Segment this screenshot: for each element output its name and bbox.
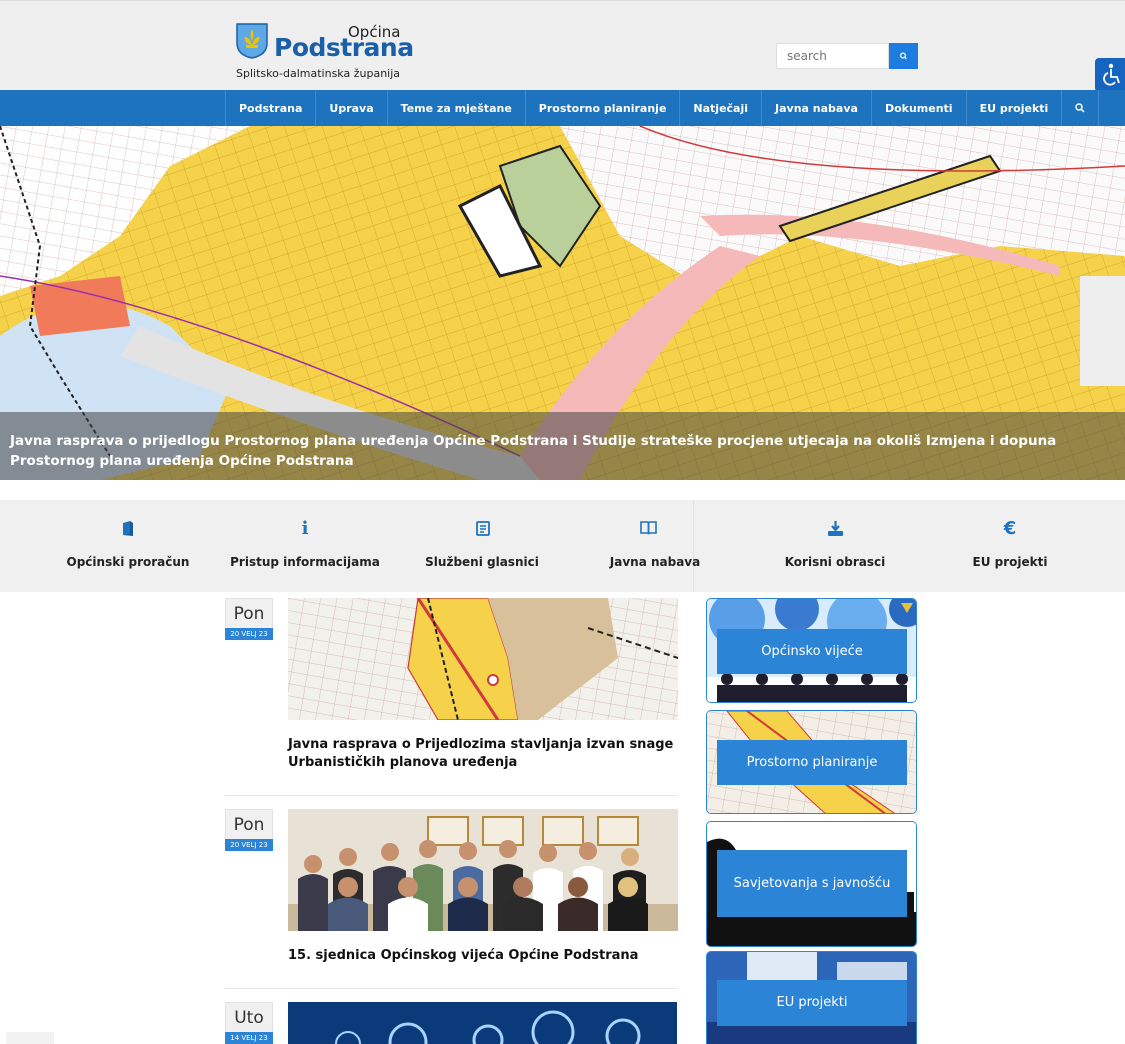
news-map-image: [288, 598, 678, 720]
quick-link-pristup-informacijama[interactable]: i Pristup informacijama: [230, 500, 380, 592]
page: Općina Podstrana Splitsko-dalmatinska žu…: [0, 0, 1125, 1044]
quick-link-korisni-obrasci[interactable]: Korisni obrasci: [765, 500, 905, 592]
news-separator: [225, 795, 678, 796]
nav-item-dokumenti[interactable]: Dokumenti: [870, 90, 966, 126]
news-item[interactable]: Pon 20 VELJ 23 15. sjednica Općinskog vi…: [225, 809, 678, 979]
sidebar-card-eu-projekti[interactable]: EU projekti: [706, 951, 917, 1044]
nav-item-teme-za-mjestane[interactable]: Teme za mještane: [386, 90, 525, 126]
quick-link-sluzbeni-glasnici[interactable]: Službeni glasnici: [412, 500, 552, 592]
news-item[interactable]: Uto 14 VELJ 23: [225, 1002, 677, 1044]
quick-link-label: EU projekti: [972, 555, 1048, 569]
sidebar-button-savjetovanja[interactable]: Savjetovanja s javnošću: [717, 850, 907, 917]
sidebar-card-prostorno-planiranje[interactable]: Prostorno planiranje: [706, 710, 917, 814]
nav-item-eu-projekti[interactable]: EU projekti: [965, 90, 1062, 126]
coat-of-arms-icon: [236, 23, 268, 59]
logo-title: Podstrana: [274, 33, 414, 62]
quick-link-label: Općinski proračun: [66, 555, 190, 569]
nav-item-natjecaji[interactable]: Natječaji: [679, 90, 761, 126]
site-header: Općina Podstrana Splitsko-dalmatinska žu…: [0, 0, 1125, 92]
accessibility-button[interactable]: [1095, 58, 1125, 92]
nav-item-prostorno-planiranje[interactable]: Prostorno planiranje: [524, 90, 680, 126]
news-date-number: 20 VELJ 23: [225, 628, 273, 640]
quick-link-label: Službeni glasnici: [425, 555, 539, 569]
search-icon: [899, 52, 907, 60]
news-date-number: 20 VELJ 23: [225, 839, 273, 851]
euro-icon: €: [1003, 517, 1017, 539]
quick-links-bar: Općinski proračun i Pristup informacijam…: [0, 500, 1125, 592]
news-date-day: Pon: [225, 598, 273, 628]
download-icon: [825, 518, 845, 538]
sidebar-card-savjetovanja[interactable]: Savjetovanja s javnošću: [706, 821, 917, 947]
book-icon: [118, 518, 138, 538]
site-logo[interactable]: Općina Podstrana Splitsko-dalmatinska žu…: [236, 19, 414, 83]
news-separator: [225, 988, 678, 989]
news-group-photo: [288, 809, 678, 931]
quick-link-javna-nabava[interactable]: Javna nabava: [600, 500, 710, 592]
news-item[interactable]: Pon 20 VELJ 23 Javna rasprava o Prijedlo…: [225, 598, 678, 788]
nav-search-button[interactable]: [1061, 90, 1100, 126]
open-book-icon: [638, 518, 658, 538]
news-title[interactable]: Javna rasprava o Prijedlozima stavljanja…: [288, 736, 678, 772]
search-input[interactable]: [776, 43, 889, 69]
hero-caption[interactable]: Javna rasprava o prijedlogu Prostornog p…: [0, 412, 1125, 480]
quick-link-label: Korisni obrasci: [784, 555, 886, 569]
news-date: Pon 20 VELJ 23: [225, 598, 273, 640]
nav-item-podstrana[interactable]: Podstrana: [225, 90, 315, 126]
sidebar-card-opcinsko-vijece[interactable]: Općinsko vijeće: [706, 598, 917, 703]
search-form: [776, 43, 918, 69]
news-network-image: [288, 1002, 677, 1044]
news-date: Pon 20 VELJ 23: [225, 809, 273, 851]
info-icon: i: [301, 517, 309, 539]
news-date: Uto 14 VELJ 23: [225, 1002, 273, 1044]
news-thumbnail[interactable]: [288, 809, 678, 931]
news-icon: [472, 518, 492, 538]
bottom-left-strip: [6, 1032, 54, 1044]
news-thumbnail[interactable]: [288, 598, 678, 720]
hero-slider[interactable]: Javna rasprava o prijedlogu Prostornog p…: [0, 126, 1125, 480]
nav-item-uprava[interactable]: Uprava: [315, 90, 386, 126]
news-date-day: Uto: [225, 1002, 273, 1032]
news-title[interactable]: 15. sjednica Općinskog vijeća Općine Pod…: [288, 947, 678, 965]
sidebar-button-opcinsko-vijece[interactable]: Općinsko vijeće: [717, 629, 907, 674]
quick-link-label: Javna nabava: [609, 555, 701, 569]
main-navigation: Podstrana Uprava Teme za mještane Prosto…: [0, 90, 1125, 126]
logo-county: Splitsko-dalmatinska županija: [236, 67, 401, 80]
quick-link-eu-projekti[interactable]: € EU projekti: [950, 500, 1070, 592]
news-date-number: 14 VELJ 23: [225, 1032, 273, 1044]
search-icon: [1075, 103, 1085, 113]
news-thumbnail[interactable]: [288, 1002, 677, 1044]
search-button[interactable]: [889, 43, 918, 69]
nav-item-javna-nabava[interactable]: Javna nabava: [761, 90, 871, 126]
quick-link-label: Pristup informacijama: [230, 555, 380, 569]
sidebar-button-prostorno-planiranje[interactable]: Prostorno planiranje: [717, 740, 907, 785]
sidebar-button-eu-projekti[interactable]: EU projekti: [717, 980, 907, 1026]
quick-link-opcinski-proracun[interactable]: Općinski proračun: [58, 500, 198, 592]
news-date-day: Pon: [225, 809, 273, 839]
hero-caption-text[interactable]: Javna rasprava o prijedlogu Prostornog p…: [10, 433, 1056, 469]
wheelchair-icon: [1103, 63, 1120, 86]
